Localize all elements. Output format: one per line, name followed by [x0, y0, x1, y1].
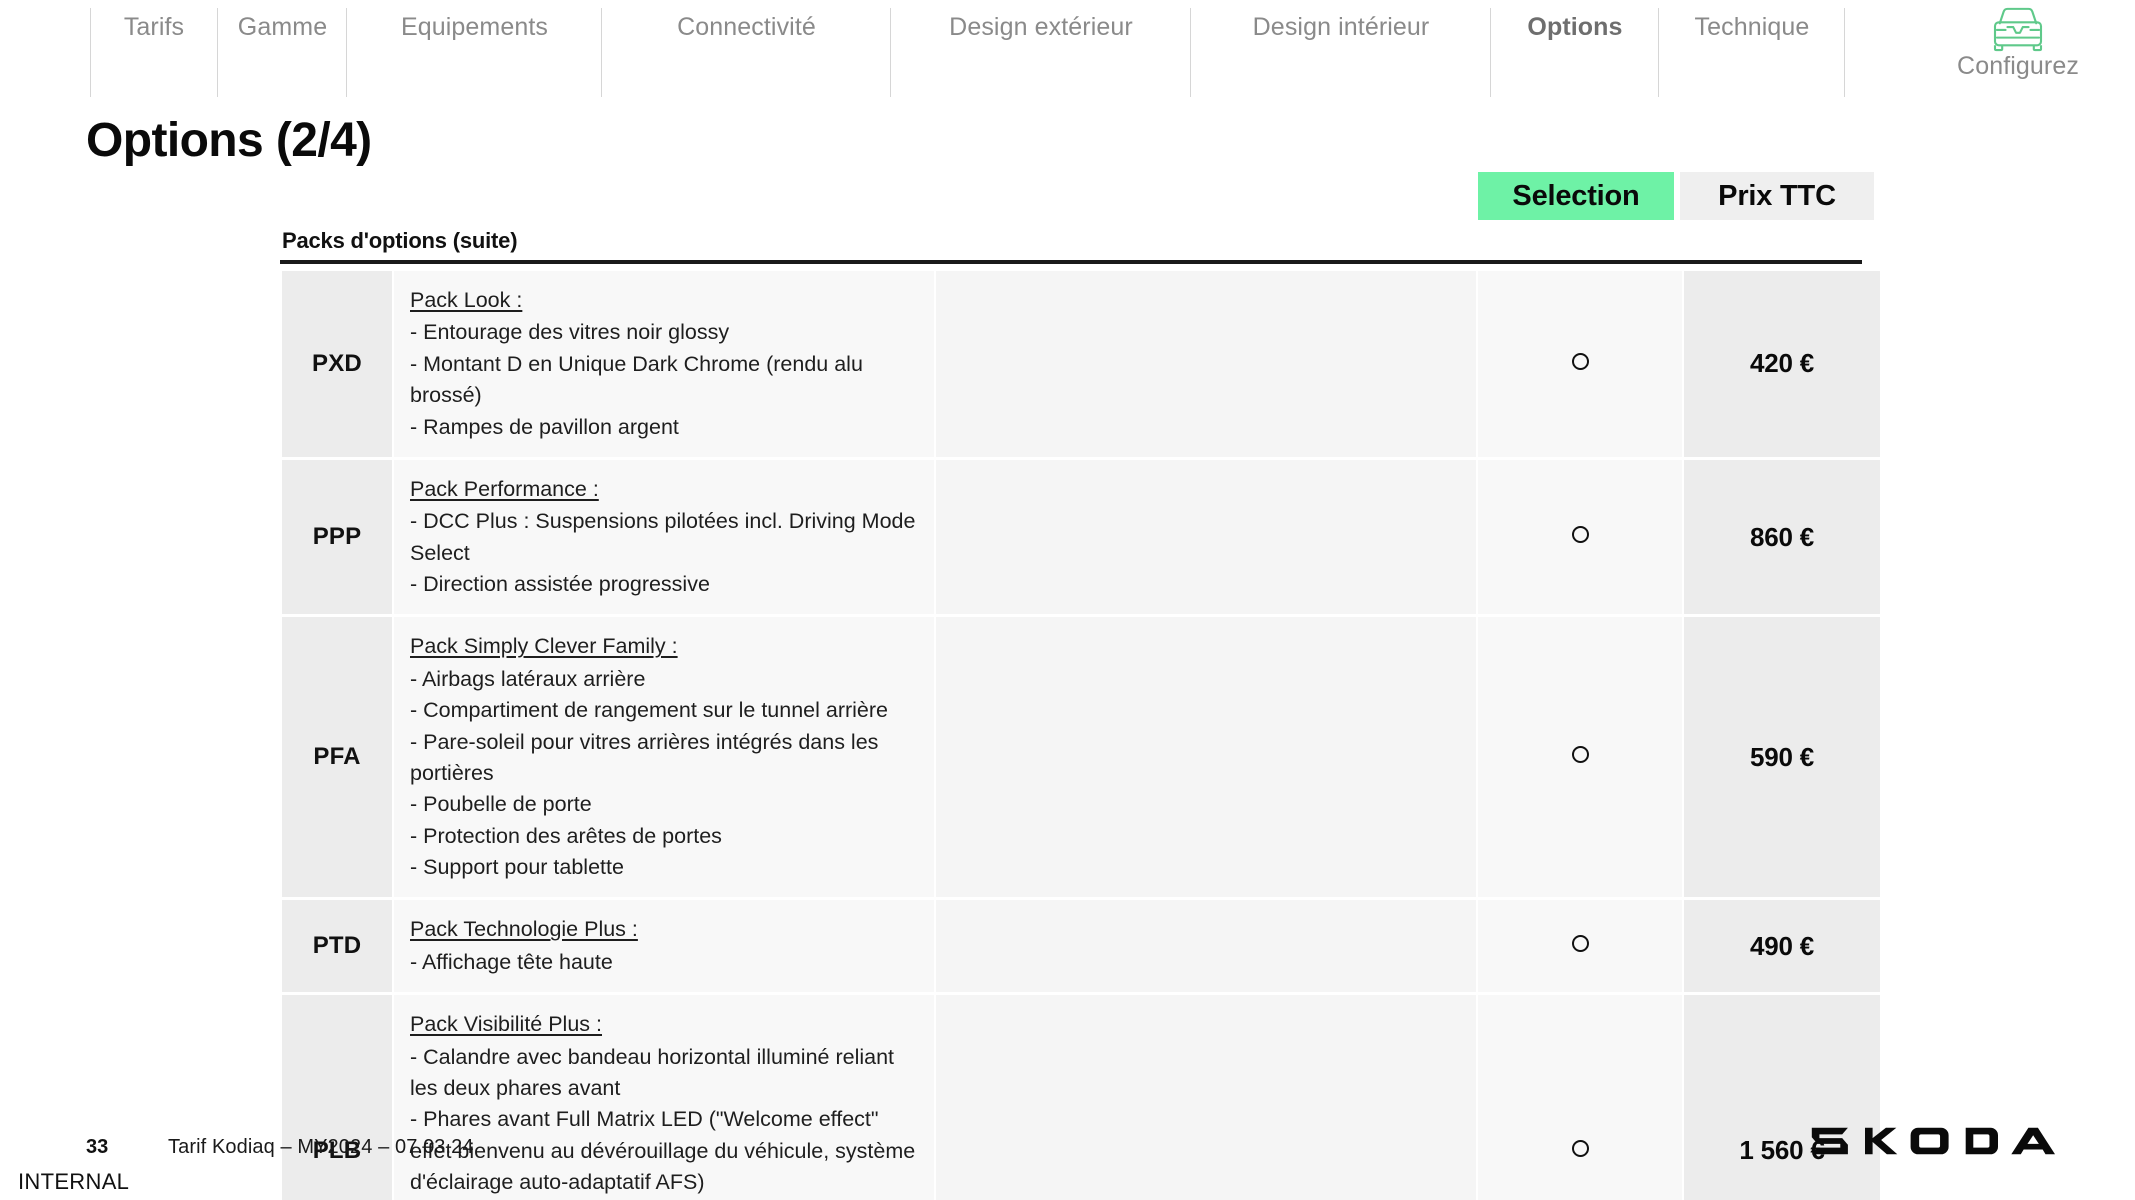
pack-feature-line: - Direction assistée progressive [410, 572, 710, 596]
pack-feature-line: - Support pour tablette [410, 855, 624, 879]
pack-feature-line: - Affichage tête haute [410, 949, 613, 974]
nav-item-connectivite[interactable]: Connectivité [602, 0, 891, 97]
pack-feature-line: - Phares avant Full Matrix LED ("Welcome… [410, 1107, 916, 1194]
legend-bar: Selection Prix TTC [1478, 172, 1874, 220]
configurator-link[interactable]: Configurez [1943, 6, 2093, 79]
legend-price-chip[interactable]: Prix TTC [1680, 172, 1874, 220]
option-selection-cell[interactable] [1478, 995, 1682, 1200]
option-selection-cell[interactable] [1478, 271, 1682, 457]
legend-price-label: Prix TTC [1718, 179, 1836, 212]
table-caption: Packs d'options (suite) [282, 228, 518, 253]
option-code-cell: PXD [282, 271, 392, 457]
pack-title: Pack Performance : [410, 476, 599, 501]
skoda-logo [1811, 1127, 2055, 1155]
option-price-cell: 860 € [1684, 459, 1880, 615]
pack-title: Pack Technologie Plus : [410, 917, 638, 942]
pack-feature-line: - Entourage des vitres noir glossy [410, 320, 730, 345]
options-table: PXD Pack Look : - Entourage des vitres noi… [280, 268, 1882, 1200]
option-code-cell: PLB [282, 995, 392, 1200]
option-code-cell: PPP [282, 459, 392, 615]
legend-selection-label: Selection [1512, 179, 1640, 212]
option-price-cell: 1 560 € [1684, 995, 1880, 1200]
nav-item-gamme[interactable]: Gamme [218, 0, 347, 97]
pack-feature-line: - Protection des arêtes de portes [410, 823, 722, 848]
car-front-icon [1993, 7, 2043, 52]
options-table-wrapper: Packs d'options (suite) PXD Pack Look : - … [280, 228, 1880, 1200]
nav-item-options[interactable]: Options [1491, 0, 1659, 97]
table-row: PPP Pack Performance : - DCC Plus : Suspen… [282, 459, 1880, 615]
option-description-cell: Pack Technologie Plus : - Affichage tête … [394, 900, 934, 993]
nav-item-label: Technique [1694, 13, 1810, 41]
option-notes-cell [936, 617, 1476, 898]
pack-feature-line: - Rampes de pavillon argent [410, 414, 679, 439]
option-price-cell: 420 € [1684, 271, 1880, 457]
option-selection-cell[interactable] [1478, 459, 1682, 615]
option-notes-cell [936, 995, 1476, 1200]
nav-item-label: Design extérieur [949, 13, 1133, 41]
pack-feature-line: - Calandre avec bandeau horizontal illum… [410, 1044, 895, 1100]
nav-item-label: Connectivité [677, 13, 816, 41]
nav-item-design-interieur[interactable]: Design intérieur [1191, 0, 1491, 97]
nav-item-label: Equipements [400, 13, 549, 41]
slide-root: Tarifs Gamme Equipements Connectivité De… [0, 0, 2135, 1200]
nav-item-technique[interactable]: Technique [1659, 0, 1845, 97]
pack-title: Pack Visibilité Plus : [410, 1012, 602, 1037]
pack-title: Pack Look : [410, 288, 523, 312]
selection-radio-icon[interactable] [1571, 1139, 1589, 1157]
nav-item-tarifs[interactable]: Tarifs [90, 0, 218, 97]
top-navigation: Tarifs Gamme Equipements Connectivité De… [0, 0, 2135, 97]
table-row: PXD Pack Look : - Entourage des vitres noi… [282, 271, 1880, 457]
table-row: PTD Pack Technologie Plus : - Affichage tê… [282, 900, 1880, 993]
option-description-cell: Pack Simply Clever Family : - Airbags lat… [394, 617, 934, 898]
option-description-cell: Pack Visibilité Plus : - Calandre avec ba… [394, 995, 934, 1200]
option-price-cell: 490 € [1684, 900, 1880, 993]
configurator-label: Configurez [1957, 52, 2079, 80]
option-code-cell: PFA [282, 617, 392, 898]
option-description-cell: Pack Performance : - DCC Plus : Suspensio… [394, 459, 934, 615]
option-notes-cell [936, 900, 1476, 993]
table-top-rule [280, 260, 1862, 264]
option-selection-cell[interactable] [1478, 617, 1682, 898]
option-code-cell: PTD [282, 900, 392, 993]
footer-classification: INTERNAL [18, 1169, 130, 1194]
page-title: Options (2/4) [86, 114, 372, 167]
nav-item-label: Tarifs [123, 13, 185, 41]
nav-item-label: Gamme [237, 13, 328, 41]
option-description-cell: Pack Look : - Entourage des vitres noir g… [394, 271, 934, 457]
pack-feature-line: - Pare-soleil pour vitres arrières intég… [410, 729, 879, 785]
nav-item-equipements[interactable]: Equipements [347, 0, 602, 97]
option-price-cell: 590 € [1684, 617, 1880, 898]
nav-item-label: Options [1527, 13, 1623, 41]
selection-radio-icon[interactable] [1571, 352, 1589, 370]
option-selection-cell[interactable] [1478, 900, 1682, 993]
option-notes-cell [936, 459, 1476, 615]
nav-item-label: Design intérieur [1252, 13, 1430, 41]
selection-radio-icon[interactable] [1571, 526, 1589, 544]
pack-feature-line: - Compartiment de rangement sur le tunne… [410, 698, 888, 723]
legend-selection-chip[interactable]: Selection [1478, 172, 1674, 220]
pack-title: Pack Simply Clever Family : [410, 634, 678, 659]
table-row: PFA Pack Simply Clever Family : - Airbags … [282, 617, 1880, 898]
table-row: PLB Pack Visibilité Plus : - Calandre avec… [282, 995, 1880, 1200]
pack-feature-line: - DCC Plus : Suspensions pilotées incl. … [410, 509, 916, 565]
pack-feature-line: - Airbags latéraux arrière [410, 666, 646, 691]
option-notes-cell [936, 271, 1476, 457]
selection-radio-icon[interactable] [1571, 746, 1589, 764]
footer-page-number: 33 [86, 1136, 109, 1158]
pack-feature-line: - Montant D en Unique Dark Chrome (rendu… [410, 351, 863, 408]
pack-feature-line: - Poubelle de porte [410, 792, 592, 817]
footer-note: Tarif Kodiaq – MY2024 – 07.03.24 [168, 1136, 474, 1158]
nav-item-design-exterieur[interactable]: Design extérieur [891, 0, 1191, 97]
selection-radio-icon[interactable] [1571, 935, 1589, 953]
